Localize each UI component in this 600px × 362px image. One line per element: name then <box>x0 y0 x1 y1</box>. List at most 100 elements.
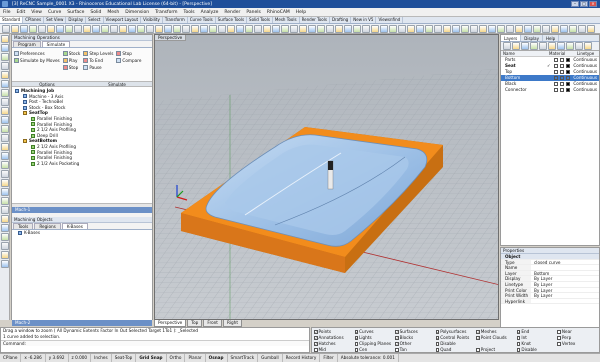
checkbox-icon[interactable]: ✓ <box>435 330 439 334</box>
lock-icon[interactable] <box>560 82 564 86</box>
status-z-0-000[interactable]: z 0.000 <box>69 354 92 362</box>
toolbar-button-icon[interactable] <box>110 24 118 33</box>
property-value[interactable]: By Layer <box>531 293 552 298</box>
left-tool-icon[interactable] <box>1 260 9 268</box>
toolbar-button-icon[interactable] <box>272 24 280 33</box>
left-tool-icon[interactable] <box>1 179 9 187</box>
toolbar-button-icon[interactable] <box>452 24 460 33</box>
status-ortho[interactable]: Ortho <box>167 354 186 362</box>
checkbox-icon[interactable] <box>557 336 561 340</box>
tab-curve-tools[interactable]: Curve Tools <box>188 17 216 23</box>
menu-dimension[interactable]: Dimension <box>122 10 152 15</box>
toolbar-button-icon[interactable] <box>227 24 235 33</box>
left-tool-icon[interactable] <box>1 116 9 124</box>
status-record-history[interactable]: Record History <box>283 354 321 362</box>
layers-header-linetype[interactable]: Linetype <box>575 51 599 56</box>
play-button[interactable]: Play <box>62 57 81 63</box>
toolbar-button-icon[interactable] <box>317 24 325 33</box>
toolbar-button-icon[interactable] <box>164 24 172 33</box>
left-tool-icon[interactable] <box>1 89 9 97</box>
toolbar-button-icon[interactable] <box>119 24 127 33</box>
lightbulb-icon[interactable] <box>554 58 558 62</box>
layer-tool-icon[interactable] <box>512 42 520 50</box>
toolbar-button-icon[interactable] <box>281 24 289 33</box>
toolbar-button-icon[interactable] <box>497 24 505 33</box>
left-tool-icon[interactable] <box>1 62 9 70</box>
left-tool-icon[interactable] <box>1 161 9 169</box>
toolbar-button-icon[interactable] <box>74 24 82 33</box>
property-value[interactable]: By Layer <box>531 288 552 293</box>
checkbox-icon[interactable] <box>354 342 359 346</box>
layer-color-swatch[interactable] <box>566 82 570 86</box>
viewport-tab-right[interactable]: Right <box>222 320 242 327</box>
preferences-button[interactable]: Preferences <box>14 50 60 56</box>
toolbar-button-icon[interactable] <box>353 24 361 33</box>
left-tool-icon[interactable] <box>1 35 9 43</box>
left-tool-icon[interactable] <box>1 215 9 223</box>
tab-solid-tools[interactable]: Solid Tools <box>247 17 273 23</box>
checkbox-icon[interactable] <box>354 348 359 352</box>
checkbox-icon[interactable] <box>435 342 440 346</box>
osnap-vertex[interactable]: Vertex <box>557 341 597 347</box>
tab-tools[interactable]: Tools <box>13 223 34 229</box>
checkbox-icon[interactable] <box>476 348 480 352</box>
left-tool-icon[interactable] <box>1 125 9 133</box>
toolbar-button-icon[interactable] <box>515 24 523 33</box>
viewport-label[interactable]: Perspective <box>155 35 187 41</box>
toolbar-button-icon[interactable] <box>245 24 253 33</box>
toolbar-button-icon[interactable] <box>416 24 424 33</box>
left-tool-icon[interactable] <box>1 152 9 160</box>
toolbar-button-icon[interactable] <box>569 24 577 33</box>
lightbulb-icon[interactable] <box>554 88 558 92</box>
tab-select[interactable]: Select <box>86 17 104 23</box>
tab-cplanes[interactable]: CPlanes <box>23 17 45 23</box>
viewport-tab-perspective[interactable]: Perspective <box>154 320 187 327</box>
toolbar-button-icon[interactable] <box>236 24 244 33</box>
toolbar-button-icon[interactable] <box>551 24 559 33</box>
tab-k-bases[interactable]: K-Bases <box>61 223 88 229</box>
menu-panels[interactable]: Panels <box>243 10 263 15</box>
menu-file[interactable]: File <box>0 10 14 15</box>
status-y-3-692[interactable]: y 3.692 <box>46 354 69 362</box>
command-prompt[interactable]: Command: <box>1 340 309 346</box>
toolbar-button-icon[interactable] <box>560 24 568 33</box>
checkbox-icon[interactable]: ✓ <box>476 330 480 334</box>
layer-color-swatch[interactable] <box>566 58 570 62</box>
perspective-viewport[interactable]: Perspective <box>154 34 499 320</box>
checkbox-icon[interactable] <box>516 336 521 340</box>
layer-tool-icon[interactable] <box>566 42 574 50</box>
layer-color-swatch[interactable] <box>566 76 570 80</box>
checkbox-icon[interactable] <box>395 348 399 352</box>
left-tool-icon[interactable] <box>1 53 9 61</box>
lock-icon[interactable] <box>560 70 564 74</box>
checkbox-icon[interactable]: ✓ <box>395 336 399 340</box>
lock-icon[interactable] <box>560 88 564 92</box>
viewport-tab-top[interactable]: Top <box>187 320 203 327</box>
toolbar-button-icon[interactable] <box>308 24 316 33</box>
objects-item-k-bases[interactable]: K-Bases <box>12 230 152 236</box>
lock-icon[interactable] <box>560 58 564 62</box>
left-tool-icon[interactable] <box>1 224 9 232</box>
lock-icon[interactable] <box>560 64 564 68</box>
menu-surface[interactable]: Surface <box>64 10 87 15</box>
checkbox-icon[interactable]: ✓ <box>516 330 520 334</box>
toolbar-button-icon[interactable] <box>128 24 136 33</box>
layer-tool-icon[interactable] <box>530 42 538 50</box>
left-tool-icon[interactable] <box>1 80 9 88</box>
toolbar-button-icon[interactable] <box>146 24 154 33</box>
menu-rhinocam[interactable]: RhinoCAM <box>264 10 293 15</box>
status-smarttrack[interactable]: SmartTrack <box>228 354 259 362</box>
menu-edit[interactable]: Edit <box>14 10 29 15</box>
layer-tool-icon[interactable] <box>584 42 592 50</box>
to-end-button[interactable]: To End <box>83 57 113 63</box>
toolbar-button-icon[interactable] <box>290 24 298 33</box>
toolbar-button-icon[interactable] <box>380 24 388 33</box>
toolbar-button-icon[interactable] <box>173 24 181 33</box>
property-value[interactable]: By Layer <box>531 276 552 281</box>
tab-regions[interactable]: Regions <box>34 223 61 229</box>
menu-solid[interactable]: Solid <box>87 10 104 15</box>
checkbox-icon[interactable] <box>435 348 440 352</box>
left-tool-icon[interactable] <box>1 233 9 241</box>
toolbar-button-icon[interactable] <box>200 24 208 33</box>
toolbar-button-icon[interactable] <box>506 24 514 33</box>
